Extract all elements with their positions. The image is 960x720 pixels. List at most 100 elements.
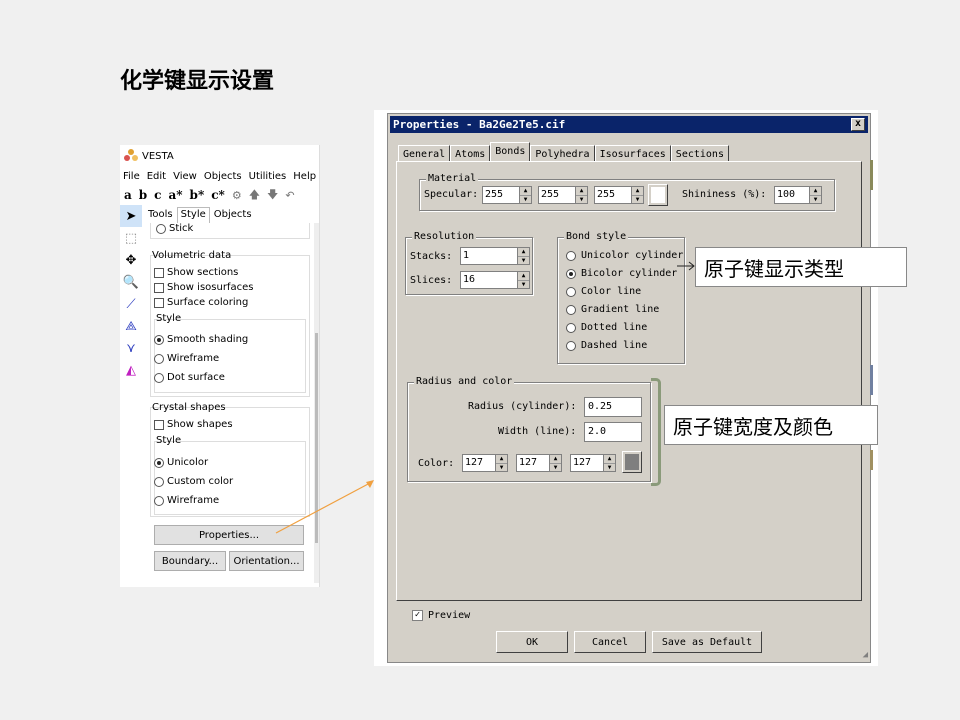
radius-input[interactable]: 0.25 — [584, 397, 642, 417]
menu-objects[interactable]: Objects — [204, 171, 242, 182]
spin-down-icon[interactable]: ▼ — [518, 257, 529, 265]
custom-color-radio-circle[interactable] — [154, 476, 164, 487]
view-b-button[interactable]: b — [139, 188, 147, 202]
view-a-button[interactable]: a — [124, 188, 132, 202]
spin-down-icon[interactable]: ▼ — [604, 464, 615, 472]
color-g-spinner[interactable]: 127 ▲ ▼ — [516, 454, 562, 472]
spin-down-icon[interactable]: ▼ — [810, 196, 821, 204]
tab-atoms[interactable]: Atoms — [450, 145, 491, 162]
radio-circle[interactable] — [566, 322, 576, 333]
view-a-star-button[interactable]: a* — [168, 188, 182, 202]
menu-edit[interactable]: Edit — [147, 171, 166, 182]
radio-circle[interactable] — [566, 250, 576, 261]
boundary-button[interactable]: Boundary... — [154, 551, 226, 571]
slices-value[interactable]: 16 — [460, 271, 517, 289]
spin-down-icon[interactable]: ▼ — [632, 196, 643, 204]
spin-up-icon[interactable]: ▲ — [576, 187, 587, 196]
bicolor-cylinder-radio[interactable]: Bicolor cylinder — [566, 268, 677, 279]
specular-b-spinner[interactable]: 255 ▲ ▼ — [594, 186, 644, 204]
radio-circle[interactable] — [566, 340, 576, 351]
color-r-spinner[interactable]: 127 ▲ ▼ — [462, 454, 508, 472]
spin-down-icon[interactable]: ▼ — [518, 281, 529, 289]
lattice-plane-icon[interactable]: ◭ — [120, 359, 142, 381]
specular-color-swatch[interactable] — [648, 184, 668, 206]
dotted-line-radio[interactable]: Dotted line — [566, 322, 647, 333]
slices-spinner[interactable]: 16 ▲ ▼ — [460, 271, 530, 289]
spin-up-icon[interactable]: ▲ — [550, 455, 561, 464]
stacks-value[interactable]: 1 — [460, 247, 517, 265]
preview-checkbox[interactable]: ✓ — [412, 610, 423, 621]
tab-isosurfaces[interactable]: Isosurfaces — [594, 145, 671, 162]
menu-utilities[interactable]: Utilities — [249, 171, 287, 182]
crystal-wireframe-radio-circle[interactable] — [154, 495, 164, 506]
smooth-shading-radio[interactable]: Smooth shading — [154, 334, 248, 345]
close-icon[interactable]: x — [851, 118, 865, 131]
show-sections-checkbox[interactable] — [154, 267, 164, 278]
specular-b-value[interactable]: 255 — [594, 186, 631, 204]
tab-bonds[interactable]: Bonds — [490, 142, 531, 162]
specular-r-value[interactable]: 255 — [482, 186, 519, 204]
resize-grip-icon[interactable]: ◢ — [863, 650, 868, 660]
tab-polyhedra[interactable]: Polyhedra — [530, 145, 595, 162]
spin-up-icon[interactable]: ▲ — [518, 272, 529, 281]
show-shapes-checkbox[interactable] — [154, 419, 164, 430]
unicolor-cylinder-radio[interactable]: Unicolor cylinder — [566, 250, 683, 261]
unicolor-radio[interactable]: Unicolor — [154, 457, 208, 468]
view-b-star-button[interactable]: b* — [190, 188, 205, 202]
spin-up-icon[interactable]: ▲ — [632, 187, 643, 196]
color-g-value[interactable]: 127 — [516, 454, 549, 472]
save-as-default-button[interactable]: Save as Default — [652, 631, 762, 653]
wireframe-radio[interactable]: Wireframe — [154, 353, 219, 364]
spin-down-icon[interactable]: ▼ — [576, 196, 587, 204]
spin-up-icon[interactable]: ▲ — [520, 187, 531, 196]
magnify-icon[interactable]: 🔍 — [120, 271, 142, 293]
show-sections-check[interactable]: Show sections — [154, 267, 238, 278]
dot-surface-radio[interactable]: Dot surface — [154, 372, 225, 383]
show-shapes-check[interactable]: Show shapes — [154, 419, 233, 430]
spin-down-icon[interactable]: ▼ — [550, 464, 561, 472]
specular-g-value[interactable]: 255 — [538, 186, 575, 204]
dihedral-icon[interactable]: ⋎ — [120, 337, 142, 359]
translate-icon[interactable]: ✥ — [120, 249, 142, 271]
gradient-line-radio[interactable]: Gradient line — [566, 304, 659, 315]
angle-icon[interactable]: ⟁ — [120, 315, 142, 337]
color-r-value[interactable]: 127 — [462, 454, 495, 472]
smooth-shading-radio-circle[interactable] — [154, 334, 164, 345]
spin-up-icon[interactable]: ▲ — [810, 187, 821, 196]
tab-tools[interactable]: Tools — [144, 207, 177, 223]
radio-circle[interactable] — [566, 286, 576, 297]
specular-r-spinner[interactable]: 255 ▲ ▼ — [482, 186, 532, 204]
surface-coloring-check[interactable]: Surface coloring — [154, 297, 248, 308]
spin-down-icon[interactable]: ▼ — [496, 464, 507, 472]
wireframe-radio-circle[interactable] — [154, 353, 164, 364]
menu-help[interactable]: Help — [293, 171, 316, 182]
stacks-spinner[interactable]: 1 ▲ ▼ — [460, 247, 530, 265]
surface-coloring-checkbox[interactable] — [154, 297, 164, 308]
orientation-button[interactable]: Orientation... — [229, 551, 304, 571]
view-c-button[interactable]: c — [154, 188, 161, 202]
width-input[interactable]: 2.0 — [584, 422, 642, 442]
color-b-value[interactable]: 127 — [570, 454, 603, 472]
undo-icon[interactable]: ↶ — [285, 189, 294, 202]
tab-sections[interactable]: Sections — [670, 145, 729, 162]
rotate-icon[interactable]: ⚙ — [232, 189, 242, 202]
menu-view[interactable]: View — [173, 171, 197, 182]
radio-circle[interactable] — [566, 268, 576, 279]
tab-objects[interactable]: Objects — [210, 207, 256, 223]
spin-up-icon[interactable]: ▲ — [518, 248, 529, 257]
shininess-value[interactable]: 100 — [774, 186, 809, 204]
cancel-button[interactable]: Cancel — [574, 631, 646, 653]
shininess-spinner[interactable]: 100 ▲ ▼ — [774, 186, 822, 204]
arrow-down-icon[interactable]: 🡇 — [267, 186, 278, 205]
arrow-up-icon[interactable]: 🡅 — [249, 186, 260, 205]
stick-radio[interactable]: Stick — [156, 223, 193, 234]
spin-up-icon[interactable]: ▲ — [496, 455, 507, 464]
specular-g-spinner[interactable]: 255 ▲ ▼ — [538, 186, 588, 204]
tab-style[interactable]: Style — [176, 207, 210, 223]
crystal-wireframe-radio[interactable]: Wireframe — [154, 495, 219, 506]
dot-surface-radio-circle[interactable] — [154, 372, 164, 383]
color-line-radio[interactable]: Color line — [566, 286, 641, 297]
radio-circle[interactable] — [566, 304, 576, 315]
dashed-line-radio[interactable]: Dashed line — [566, 340, 647, 351]
select-region-icon[interactable]: ⬚ — [120, 227, 142, 249]
